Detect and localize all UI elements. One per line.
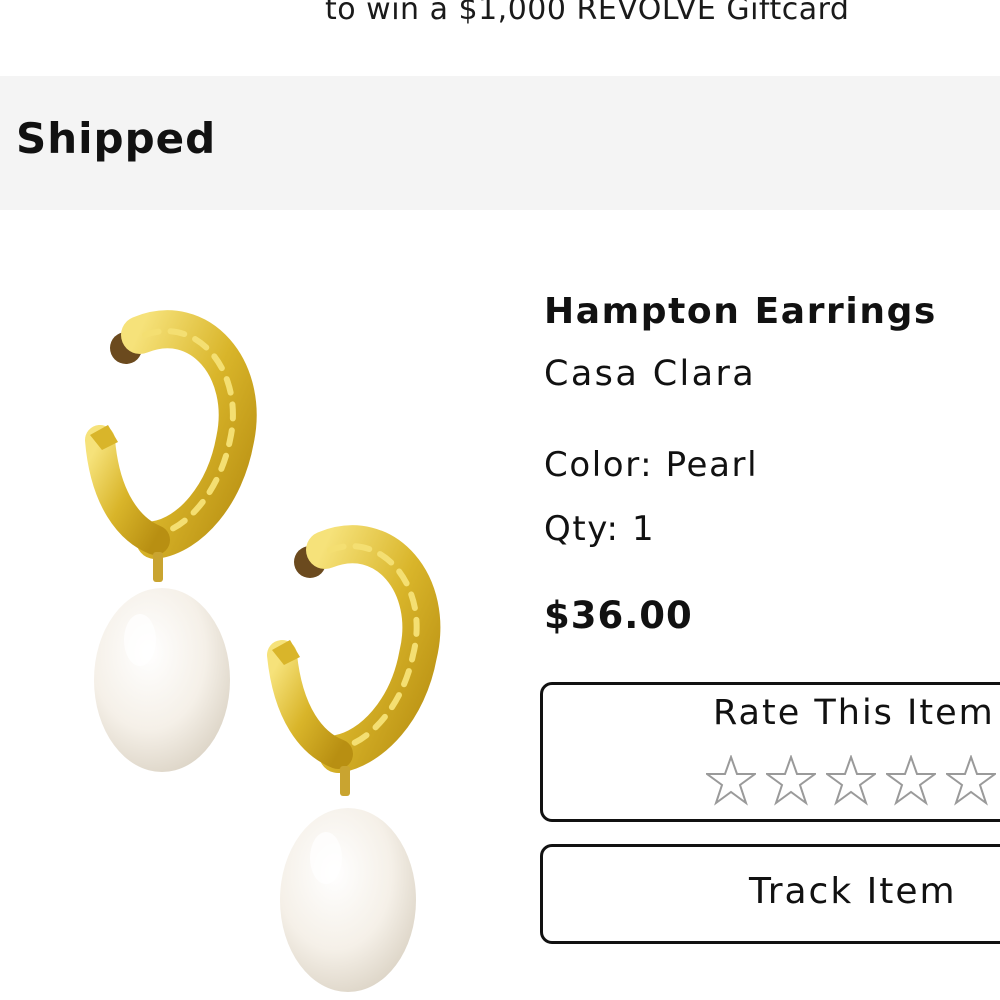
track-item-button[interactable]: Track Item bbox=[540, 844, 1000, 944]
order-status-title: Shipped bbox=[16, 114, 217, 163]
item-details: Hampton Earrings Casa Clara Color: Pearl… bbox=[544, 286, 1000, 642]
product-image[interactable] bbox=[60, 290, 480, 1000]
product-color: Color: Pearl bbox=[544, 439, 1000, 491]
color-value: Pearl bbox=[665, 445, 759, 485]
star-icon[interactable] bbox=[886, 755, 936, 807]
track-item-label: Track Item bbox=[749, 871, 957, 912]
star-icon[interactable] bbox=[826, 755, 876, 807]
order-status-bar: Shipped bbox=[0, 76, 1000, 210]
left-earring bbox=[85, 310, 257, 772]
star-icon[interactable] bbox=[706, 755, 756, 807]
qty-label: Qty: bbox=[544, 509, 620, 549]
color-label: Color: bbox=[544, 445, 654, 485]
promo-text[interactable]: to win a $1,000 REVOLVE Giftcard bbox=[325, 0, 849, 27]
pearl-hoop-earrings-image bbox=[85, 310, 441, 992]
rate-item-box: Rate This Item bbox=[540, 682, 1000, 822]
product-price: $36.00 bbox=[544, 594, 693, 637]
right-earring bbox=[267, 525, 441, 992]
star-icon[interactable] bbox=[946, 755, 996, 807]
star-rating bbox=[706, 755, 996, 807]
order-item-page: to win a $1,000 REVOLVE Giftcard Shipped bbox=[0, 0, 1000, 1000]
qty-value: 1 bbox=[632, 509, 656, 549]
promo-banner[interactable]: to win a $1,000 REVOLVE Giftcard bbox=[0, 0, 1000, 34]
product-brand[interactable]: Casa Clara bbox=[544, 348, 1000, 400]
rate-item-label: Rate This Item bbox=[713, 693, 995, 733]
star-icon[interactable] bbox=[766, 755, 816, 807]
product-quantity: Qty: 1 bbox=[544, 503, 1000, 555]
product-name[interactable]: Hampton Earrings bbox=[544, 286, 1000, 338]
